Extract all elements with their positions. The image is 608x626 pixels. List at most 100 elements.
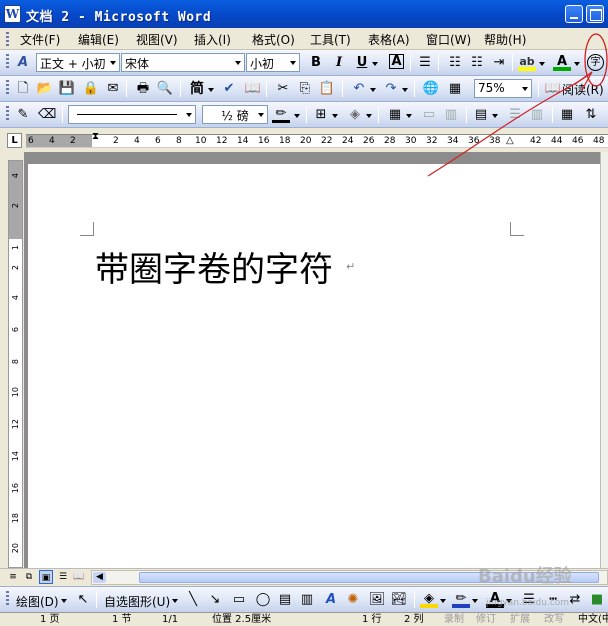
style-select[interactable]: 正文 + 小初 — [36, 53, 120, 72]
draw-table-icon[interactable]: ✎ — [14, 106, 32, 124]
read-mode-icon[interactable]: 📖 — [544, 80, 562, 98]
autoshapes-button[interactable]: 自选图形(U) — [104, 593, 170, 610]
font-size-select[interactable]: 小初 — [246, 53, 300, 72]
autoshapes-dropdown-icon[interactable] — [172, 591, 178, 609]
status-overtype[interactable]: 改写 — [544, 613, 564, 626]
menu-edit[interactable]: 编辑(E) — [78, 31, 119, 48]
spelling-icon[interactable]: ✔ — [220, 80, 238, 98]
border-dropdown-icon[interactable] — [332, 106, 338, 124]
line-style-select[interactable] — [68, 105, 196, 124]
draw-menu-button[interactable]: 绘图(D) — [16, 593, 59, 610]
styles-pane-icon[interactable]: A — [14, 54, 32, 72]
diagram-icon[interactable]: ✺ — [344, 591, 362, 609]
ruler-strip[interactable]: ⧗ 6 4 2 2 4 6 8 10 12 14 16 18 20 22 24 … — [26, 132, 608, 148]
line-icon[interactable]: ╲ — [184, 591, 202, 609]
outline-view-icon[interactable]: ☰ — [56, 570, 70, 584]
dropdown-arrow-icon[interactable] — [183, 106, 195, 123]
font-select[interactable]: 宋体 — [121, 53, 245, 72]
indent-marker-icon[interactable]: ⧗ — [92, 132, 99, 142]
table-autoformat-icon[interactable]: ▦ — [558, 106, 576, 124]
undo-dropdown-icon[interactable] — [370, 80, 376, 98]
new-document-icon[interactable]: 🗋 — [14, 80, 32, 98]
enclose-characters-icon[interactable]: 字 — [587, 54, 604, 71]
align-justify-icon[interactable]: ☰ — [416, 54, 434, 72]
hyperlink-icon[interactable]: 🌐 — [422, 80, 440, 98]
split-cells-icon[interactable]: ▥ — [442, 106, 460, 124]
save-icon[interactable]: 💾 — [58, 80, 76, 98]
insert-table-dropdown-icon[interactable] — [406, 106, 412, 124]
undo-icon[interactable]: ↶ — [350, 80, 368, 98]
menu-window[interactable]: 窗口(W) — [426, 31, 471, 48]
minimize-button[interactable] — [565, 5, 583, 23]
arrow-icon[interactable]: ↘ — [206, 591, 224, 609]
bold-button[interactable]: B — [307, 54, 325, 72]
highlight-icon[interactable]: ab — [518, 53, 536, 71]
shadow-style-icon[interactable]: ■ — [588, 591, 606, 609]
menu-insert[interactable]: 插入(I) — [194, 31, 231, 48]
menu-format[interactable]: 格式(O) — [252, 31, 295, 48]
italic-button[interactable]: I — [330, 54, 348, 72]
cut-icon[interactable]: ✂ — [274, 80, 292, 98]
shading-dropdown-icon[interactable] — [366, 106, 372, 124]
font-color-dropdown-icon[interactable] — [574, 54, 580, 72]
web-view-icon[interactable]: ⧉ — [22, 570, 36, 584]
shading-color-icon[interactable]: ◈ — [346, 106, 364, 124]
underline-button[interactable]: U — [353, 54, 371, 72]
line-weight-select[interactable]: ½ 磅 — [202, 105, 268, 124]
distribute-rows-icon[interactable]: ☰ — [506, 106, 524, 124]
toolbar-grip[interactable] — [6, 54, 9, 68]
open-icon[interactable]: 📂 — [36, 80, 54, 98]
menu-tools[interactable]: 工具(T) — [310, 31, 351, 48]
status-record[interactable]: 录制 — [444, 613, 464, 626]
zoom-select[interactable]: 75% — [474, 79, 532, 98]
dropdown-arrow-icon[interactable] — [232, 54, 244, 71]
print-icon[interactable]: 🖶 — [134, 80, 152, 98]
vertical-text-box-icon[interactable]: ▥ — [298, 591, 316, 609]
dropdown-arrow-icon[interactable] — [255, 106, 267, 123]
select-objects-icon[interactable]: ↖ — [74, 591, 92, 609]
fill-color-dropdown-icon[interactable] — [440, 591, 446, 609]
tables-borders-icon[interactable]: ▦ — [446, 80, 464, 98]
menu-table[interactable]: 表格(A) — [368, 31, 410, 48]
wordart-icon[interactable]: A — [322, 591, 340, 609]
toolbar-grip[interactable] — [6, 32, 9, 46]
dropdown-arrow-icon[interactable] — [107, 54, 119, 71]
toolbar-grip[interactable] — [6, 591, 9, 605]
word-app-icon[interactable]: W — [4, 5, 21, 23]
redo-dropdown-icon[interactable] — [402, 80, 408, 98]
chinese-conversion-dropdown-icon[interactable] — [208, 80, 214, 98]
document-page[interactable]: 带圈字卷的字符 ↵ — [28, 164, 600, 568]
print-layout-view-icon[interactable]: ▣ — [39, 570, 53, 584]
status-extend[interactable]: 扩展 — [510, 613, 530, 626]
oval-icon[interactable]: ◯ — [254, 591, 272, 609]
read-mode-button[interactable]: 阅读(R) — [562, 81, 604, 98]
border-color-dropdown-icon[interactable] — [294, 106, 300, 124]
permission-icon[interactable]: 🔒 — [82, 80, 100, 98]
align-cells-dropdown-icon[interactable] — [492, 106, 498, 124]
dropdown-arrow-icon[interactable] — [287, 54, 299, 71]
rectangle-icon[interactable]: ▭ — [230, 591, 248, 609]
increase-indent-icon[interactable]: ⇥ — [490, 54, 508, 72]
right-indent-marker-icon[interactable]: △ — [506, 135, 514, 147]
toolbar-grip[interactable] — [6, 106, 9, 120]
document-text[interactable]: 带圈字卷的字符 — [95, 242, 333, 291]
outside-border-icon[interactable]: ⊞ — [312, 106, 330, 124]
print-preview-icon[interactable]: 🔍 — [156, 80, 174, 98]
draw-menu-dropdown-icon[interactable] — [61, 591, 67, 609]
text-box-icon[interactable]: ▤ — [276, 591, 294, 609]
underline-dropdown-icon[interactable] — [372, 54, 378, 72]
copy-icon[interactable]: ⎘ — [296, 80, 314, 98]
reading-view-icon[interactable]: 📖 — [72, 570, 86, 584]
vertical-ruler[interactable]: 4 2 1 2 4 6 8 10 12 14 16 18 20 — [8, 160, 23, 568]
normal-view-icon[interactable]: ≡ — [6, 570, 20, 584]
font-color-icon[interactable]: A — [553, 53, 571, 71]
char-border-button[interactable]: A — [389, 54, 404, 69]
simplified-chinese-icon[interactable]: 简 — [188, 80, 206, 98]
clip-art-icon[interactable]: 🖼 — [368, 591, 386, 609]
scroll-left-icon[interactable]: ◀ — [93, 572, 106, 583]
bullets-icon[interactable]: ☷ — [468, 54, 486, 72]
align-cells-icon[interactable]: ▤ — [472, 106, 490, 124]
maximize-button[interactable] — [586, 5, 604, 23]
merge-cells-icon[interactable]: ▭ — [420, 106, 438, 124]
line-color-icon[interactable]: ✏ — [452, 590, 470, 608]
